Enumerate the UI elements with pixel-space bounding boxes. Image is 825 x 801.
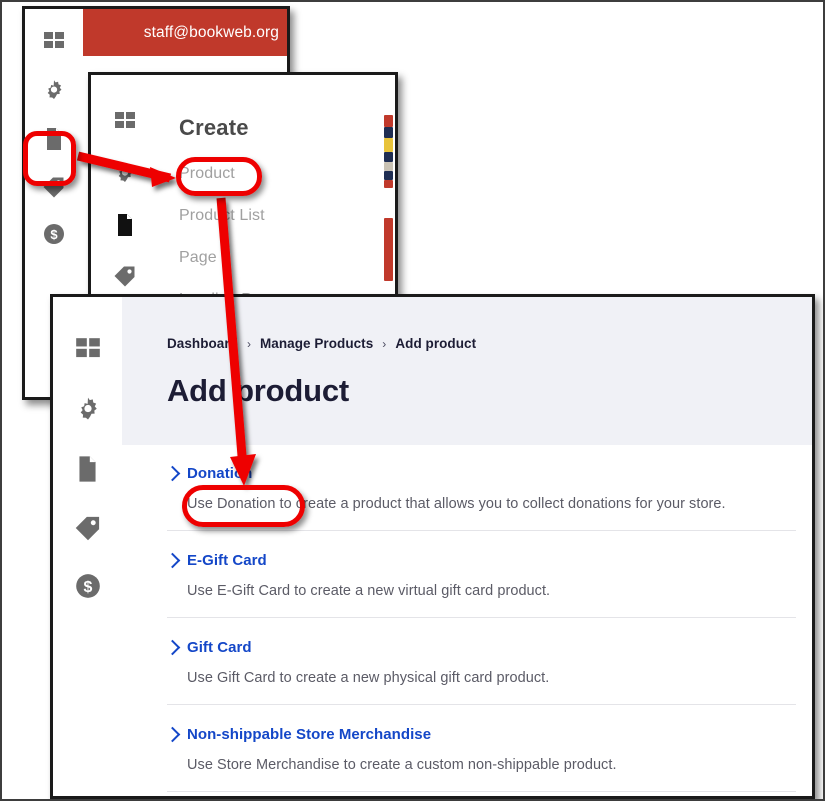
- sidebar-item-dashboard[interactable]: [114, 111, 136, 133]
- svg-text:$: $: [83, 579, 92, 596]
- page-document-icon: [79, 456, 96, 482]
- dollar-circle-icon: $: [44, 224, 64, 244]
- create-window-sidebar: [91, 75, 160, 301]
- chevron-right-icon: ›: [382, 336, 387, 351]
- create-menu-title: Create: [179, 115, 249, 140]
- account-topbar: staff@bookweb.org: [83, 9, 287, 56]
- sidebar-item-settings[interactable]: [42, 78, 66, 102]
- chevron-right-icon: [164, 726, 181, 742]
- thumbnail-sliver-1: [384, 115, 393, 127]
- sidebar-item-finance[interactable]: $: [75, 573, 101, 599]
- breadcrumb: Dashboard › Manage Products › Add produc…: [167, 336, 812, 351]
- product-type-description: Use Gift Card to create a new physical g…: [187, 670, 550, 686]
- tag-icon: [75, 516, 99, 541]
- thumbnail-sliver-4: [384, 152, 393, 162]
- sidebar-item-marketing[interactable]: [113, 265, 137, 287]
- product-type-donation[interactable]: Donation: [164, 465, 796, 482]
- product-type-row: Gift Card Use Gift Card to create a new …: [164, 618, 796, 705]
- sidebar-item-settings[interactable]: [113, 161, 137, 185]
- product-type-row: E-Gift Card Use E-Gift Card to create a …: [164, 531, 796, 618]
- sidebar-item-content[interactable]: [115, 213, 135, 237]
- product-type-non-shippable-store-merchandise[interactable]: Non-shippable Store Merchandise: [164, 726, 796, 743]
- highlight-create-menu-product: [176, 157, 262, 196]
- dashboard-grid-icon: [115, 112, 135, 128]
- page-title: Add product: [167, 373, 350, 408]
- chevron-right-icon: [164, 465, 181, 481]
- front-window-sidebar: $: [53, 297, 123, 796]
- add-product-content: Dashboard › Manage Products › Add produc…: [122, 297, 812, 796]
- account-email: staff@bookweb.org: [143, 23, 279, 41]
- sidebar-item-dashboard[interactable]: [43, 31, 65, 53]
- thumbnail-sliver-3: [384, 138, 393, 152]
- gear-icon: [118, 163, 133, 182]
- chevron-right-icon: [164, 639, 181, 655]
- create-window-right-edge: [381, 75, 395, 301]
- breadcrumb-item-dashboard[interactable]: Dashboard: [167, 336, 238, 351]
- product-type-e-gift-card[interactable]: E-Gift Card: [164, 552, 796, 569]
- thumbnail-sliver-6: [384, 171, 393, 180]
- page-header: Dashboard › Manage Products › Add produc…: [122, 297, 812, 445]
- dollar-circle-icon: $: [75, 574, 100, 598]
- sidebar-item-settings[interactable]: [74, 395, 102, 423]
- thumbnail-sliver-7: [384, 180, 393, 188]
- product-type-label: Gift Card: [187, 639, 252, 656]
- product-type-label: Donation: [187, 465, 253, 482]
- create-menu-item-product-list[interactable]: Product List: [179, 207, 381, 225]
- create-menu-item-page[interactable]: Page: [179, 249, 381, 267]
- page-document-icon: [118, 214, 132, 236]
- thumbnail-sliver-5: [384, 162, 393, 171]
- add-product-window: $ Dashboard › Manage Products › Add prod…: [50, 294, 815, 799]
- gear-icon: [47, 80, 62, 99]
- dashboard-grid-icon: [75, 338, 100, 358]
- dashboard-grid-icon: [44, 32, 64, 48]
- breadcrumb-item-add-product[interactable]: Add product: [395, 336, 476, 351]
- product-type-description: Use E-Gift Card to create a new virtual …: [187, 583, 551, 599]
- product-type-gift-card[interactable]: Gift Card: [164, 639, 796, 656]
- product-type-description: Use Store Merchandise to create a custom…: [187, 757, 617, 773]
- gear-icon: [80, 397, 97, 420]
- screenshot-stage: $ staff@bookweb.org Create Product Produ…: [0, 0, 825, 801]
- sidebar-item-finance[interactable]: $: [43, 223, 65, 245]
- breadcrumb-item-manage-products[interactable]: Manage Products: [260, 336, 373, 351]
- highlight-sidebar-content-icon: [23, 131, 76, 186]
- sidebar-item-content[interactable]: [76, 455, 99, 483]
- svg-text:$: $: [50, 227, 58, 242]
- product-type-label: E-Gift Card: [187, 552, 267, 569]
- sidebar-item-dashboard[interactable]: [75, 337, 101, 363]
- thumbnail-sliver-2: [384, 127, 393, 138]
- tag-icon: [114, 266, 135, 287]
- chevron-right-icon: ›: [246, 336, 252, 351]
- product-type-row: Non-shippable Store Merchandise Use Stor…: [164, 705, 796, 792]
- product-type-label: Non-shippable Store Merchandise: [187, 726, 432, 743]
- sidebar-item-marketing[interactable]: [74, 515, 102, 541]
- thumbnail-sliver-8: [384, 218, 393, 281]
- highlight-product-type-donation: [182, 485, 305, 527]
- chevron-right-icon: [164, 552, 181, 568]
